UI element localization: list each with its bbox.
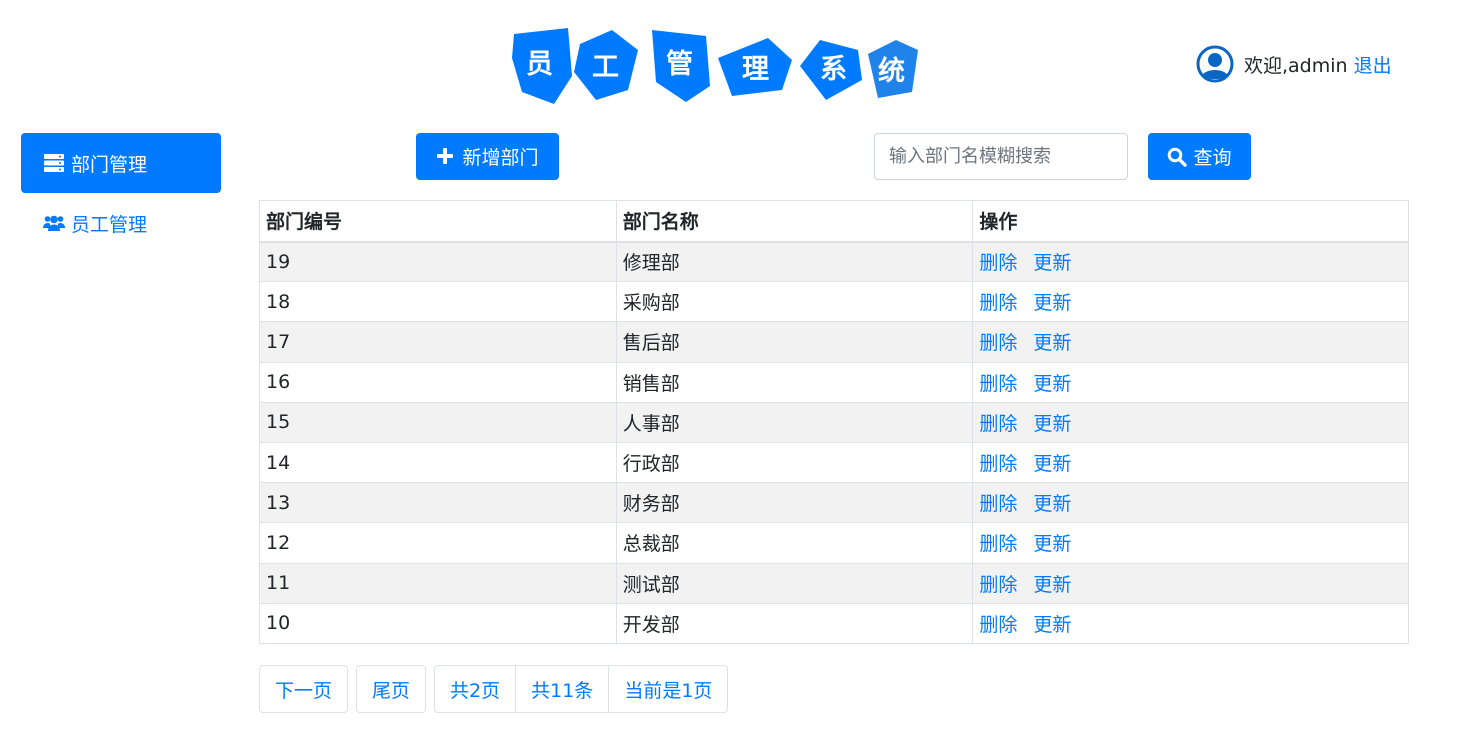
department-id: 12 xyxy=(259,522,617,564)
logo-char-4: 理 xyxy=(742,54,769,85)
update-link[interactable]: 更新 xyxy=(1033,453,1071,475)
logout-link[interactable]: 退出 xyxy=(1354,51,1392,78)
actions-cell: 删除 更新 xyxy=(972,441,1409,484)
department-name: 采购部 xyxy=(615,281,974,323)
users-icon xyxy=(43,213,65,233)
update-link[interactable]: 更新 xyxy=(1033,332,1071,354)
delete-link[interactable]: 删除 xyxy=(979,574,1017,596)
next-page-button[interactable]: 下一页 xyxy=(259,665,349,713)
table-row: 14 行政部 删除 更新 xyxy=(259,441,1409,484)
pagination: 下一页 尾页 共2页 共11条 当前是1页 xyxy=(259,665,736,713)
department-name: 开发部 xyxy=(615,602,974,644)
table-row: 15 人事部 删除 更新 xyxy=(259,401,1409,443)
delete-link[interactable]: 删除 xyxy=(979,332,1017,354)
department-name: 人事部 xyxy=(615,401,974,443)
delete-link[interactable]: 删除 xyxy=(979,252,1017,274)
delete-link[interactable]: 删除 xyxy=(979,413,1017,435)
update-link[interactable]: 更新 xyxy=(1033,574,1071,596)
user-avatar-icon xyxy=(1196,45,1234,83)
department-name: 总裁部 xyxy=(615,522,974,564)
welcome-text: 欢迎,admin xyxy=(1244,54,1348,77)
actions-cell: 删除 更新 xyxy=(972,522,1409,564)
current-page: 当前是1页 xyxy=(609,665,729,713)
table-row: 18 采购部 删除 更新 xyxy=(259,281,1409,323)
actions-cell: 删除 更新 xyxy=(972,602,1409,644)
column-header-name: 部门名称 xyxy=(615,200,974,243)
department-id: 14 xyxy=(259,441,617,484)
actions-cell: 删除 更新 xyxy=(972,401,1409,443)
department-name: 行政部 xyxy=(615,441,974,484)
update-link[interactable]: 更新 xyxy=(1033,373,1071,395)
table-row: 10 开发部 删除 更新 xyxy=(259,602,1409,644)
logo-char-1: 员 xyxy=(526,49,553,80)
department-table: 部门编号 部门名称 操作 19 修理部 删除 更新 18 采购部 删除 更新 17 售后部 删除 更新… xyxy=(259,200,1409,644)
update-link[interactable]: 更新 xyxy=(1033,533,1071,555)
actions-cell: 删除 更新 xyxy=(972,562,1409,604)
total-pages: 共2页 xyxy=(434,665,517,713)
column-header-id: 部门编号 xyxy=(259,200,617,243)
department-id: 15 xyxy=(259,401,617,443)
sidebar-item-label: 员工管理 xyxy=(71,213,148,236)
sidebar-item-departments[interactable]: 部门管理 xyxy=(21,133,221,193)
search-button[interactable]: 查询 xyxy=(1148,133,1251,180)
delete-link[interactable]: 删除 xyxy=(979,493,1017,515)
update-link[interactable]: 更新 xyxy=(1033,252,1071,274)
logo-char-2: 工 xyxy=(592,52,619,83)
server-icon xyxy=(43,153,65,173)
department-name: 修理部 xyxy=(615,240,974,283)
add-department-button[interactable]: 新增部门 xyxy=(416,133,559,180)
update-link[interactable]: 更新 xyxy=(1033,493,1071,515)
last-page-button[interactable]: 尾页 xyxy=(356,665,427,713)
department-id: 13 xyxy=(259,482,617,524)
actions-cell: 删除 更新 xyxy=(972,240,1409,283)
logo-char-3: 管 xyxy=(666,49,693,80)
sidebar-item-label: 部门管理 xyxy=(71,153,148,176)
department-name: 销售部 xyxy=(615,361,974,403)
actions-cell: 删除 更新 xyxy=(972,281,1409,323)
department-id: 17 xyxy=(259,321,617,363)
user-box: 欢迎,admin 退出 xyxy=(1196,44,1392,84)
department-id: 11 xyxy=(259,562,617,604)
delete-link[interactable]: 删除 xyxy=(979,373,1017,395)
logo-char-5: 系 xyxy=(820,54,847,85)
plus-icon xyxy=(436,147,456,167)
department-id: 19 xyxy=(259,240,617,283)
department-id: 10 xyxy=(259,602,617,644)
delete-link[interactable]: 删除 xyxy=(979,614,1017,636)
column-header-actions: 操作 xyxy=(972,200,1409,243)
search-icon xyxy=(1167,147,1188,167)
table-row: 12 总裁部 删除 更新 xyxy=(259,522,1409,564)
table-row: 17 售后部 删除 更新 xyxy=(259,321,1409,363)
update-link[interactable]: 更新 xyxy=(1033,413,1071,435)
search-button-label: 查询 xyxy=(1193,147,1232,169)
table-header-row: 部门编号 部门名称 操作 xyxy=(259,200,1409,243)
search-input[interactable] xyxy=(874,133,1128,180)
department-name: 财务部 xyxy=(615,482,974,524)
actions-cell: 删除 更新 xyxy=(972,321,1409,363)
update-link[interactable]: 更新 xyxy=(1033,614,1071,636)
update-link[interactable]: 更新 xyxy=(1033,292,1071,314)
actions-cell: 删除 更新 xyxy=(972,361,1409,403)
app-logo: 员 工 管 理 系 统 xyxy=(510,26,922,108)
sidebar-item-employees[interactable]: 员工管理 xyxy=(21,193,221,253)
actions-cell: 删除 更新 xyxy=(972,482,1409,524)
department-name: 测试部 xyxy=(615,562,974,604)
logo-char-6: 统 xyxy=(878,55,905,87)
department-id: 16 xyxy=(259,361,617,403)
sidebar: 部门管理 员工管理 xyxy=(21,133,221,253)
delete-link[interactable]: 删除 xyxy=(979,292,1017,314)
table-row: 16 销售部 删除 更新 xyxy=(259,361,1409,403)
department-name: 售后部 xyxy=(615,321,974,363)
table-row: 11 测试部 删除 更新 xyxy=(259,562,1409,604)
delete-link[interactable]: 删除 xyxy=(979,453,1017,475)
delete-link[interactable]: 删除 xyxy=(979,533,1017,555)
department-id: 18 xyxy=(259,281,617,323)
table-row: 13 财务部 删除 更新 xyxy=(259,482,1409,524)
table-row: 19 修理部 删除 更新 xyxy=(259,240,1409,283)
add-department-label: 新增部门 xyxy=(462,147,539,169)
total-items: 共11条 xyxy=(516,665,610,713)
